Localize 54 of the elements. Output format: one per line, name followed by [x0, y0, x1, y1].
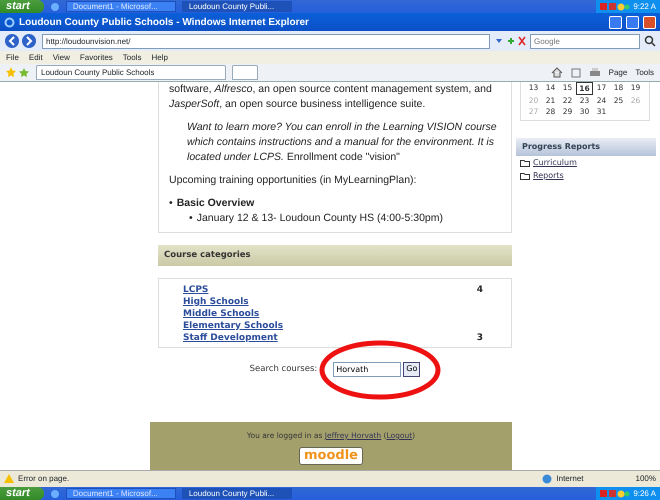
section-header: Progress Reports	[516, 138, 656, 156]
search-field[interactable]: Google	[530, 34, 640, 48]
window-title: Loudoun County Public Schools - Windows Internet Explorer	[19, 16, 309, 30]
clock: 9:22 A	[633, 0, 656, 12]
address-field[interactable]: http://loudounvision.net/	[42, 34, 490, 48]
course-count: 4	[476, 284, 483, 296]
toolbar-menu[interactable]: Tools	[635, 66, 654, 78]
report-link[interactable]: Curriculum	[533, 157, 577, 169]
search-courses-field[interactable]: Horvath	[333, 362, 402, 377]
taskbar-button[interactable]: Loudoun County Publi...	[182, 488, 292, 499]
minimize-button[interactable]	[609, 16, 622, 28]
search-label: Search courses:	[250, 362, 318, 376]
close-button[interactable]	[643, 16, 656, 28]
bullet: •	[169, 196, 173, 211]
browser-tab[interactable]: Loudoun County Public Schools	[36, 65, 226, 80]
enrollment-note: Want to learn more? You can enroll in the Learning VISION course which contains instructions and a manual for the environment. It is located under LCPS. Enrollment code "vision"	[187, 120, 498, 165]
category-link[interactable]: Elementary Schools	[183, 320, 284, 332]
intro-paragraph: software, Alfresco, an open source content management system, and JasperSoft, an open source business intelligence suite.	[169, 82, 493, 112]
go-button[interactable]: Go	[403, 362, 420, 377]
menu-item[interactable]: Edit	[28, 52, 43, 64]
category-link[interactable]: LCPS	[183, 284, 208, 296]
training-heading: Upcoming training opportunities (in MyLearningPlan):	[169, 173, 418, 188]
warning-icon	[4, 474, 14, 484]
course-count: 3	[476, 332, 483, 344]
category-link[interactable]: Staff Development	[183, 332, 278, 344]
taskbar-button[interactable]: Loudoun County Publi...	[182, 1, 292, 12]
status-message: Error on page.	[18, 473, 70, 485]
menu-item[interactable]: Favorites	[80, 52, 113, 64]
home-icon	[550, 67, 563, 78]
report-link[interactable]: Reports	[533, 170, 564, 182]
start-button[interactable]: start	[0, 487, 44, 500]
favorites-icon	[6, 67, 30, 78]
category-link[interactable]: High Schools	[183, 296, 249, 308]
navigation-icons	[494, 35, 526, 47]
list-item: Basic Overview	[176, 196, 254, 211]
bullet: •	[189, 211, 193, 226]
tray-icons	[600, 2, 630, 11]
printer-icon	[588, 68, 601, 78]
maximize-button[interactable]	[626, 16, 639, 28]
start-button[interactable]: start	[0, 0, 44, 13]
menu-item[interactable]: Help	[151, 52, 168, 64]
tray-icons	[600, 489, 630, 498]
security-zone: Internet	[556, 473, 584, 485]
menu-item[interactable]: Tools	[122, 52, 142, 64]
category-link[interactable]: Middle Schools	[183, 308, 260, 320]
toolbar-menu[interactable]: Page	[608, 66, 628, 78]
list-item: January 12 & 13- Loudoun County HS (4:00-5:30pm)	[196, 211, 444, 226]
section-header: Course categories	[158, 245, 512, 266]
zoom-level[interactable]: 100%	[636, 473, 656, 485]
menu-item[interactable]: View	[52, 52, 70, 64]
menu-item[interactable]: File	[6, 52, 19, 64]
back-forward-icon	[4, 33, 38, 49]
search-icon	[644, 35, 656, 47]
clock: 9:26 A	[633, 488, 656, 500]
